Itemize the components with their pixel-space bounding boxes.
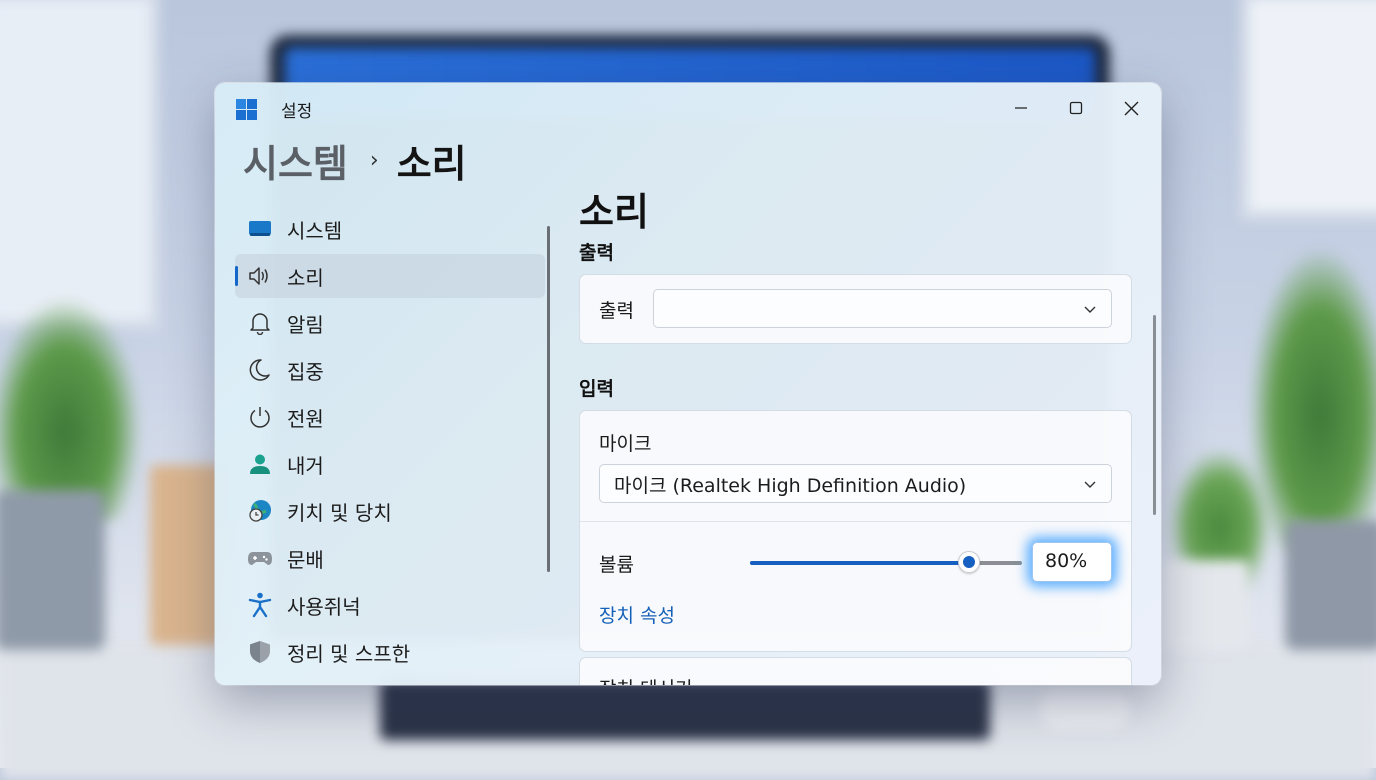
sidebar-item-label: 내거	[287, 453, 324, 478]
speaker-icon	[247, 263, 273, 289]
next-card[interactable]: 장치 테서기	[579, 657, 1132, 685]
breadcrumb-parent[interactable]: 시스템	[243, 133, 348, 188]
person-icon	[247, 451, 273, 477]
sidebar-item-sound[interactable]: 소리	[235, 254, 545, 298]
bell-icon	[247, 310, 273, 336]
sidebar-nav: 시스템 소리 알림 집중 전원 내거 키치 및 당치 문배 사용쥐넉 정리 및 …	[235, 207, 545, 677]
minimize-button[interactable]	[1001, 91, 1041, 125]
chevron-down-icon	[1084, 481, 1096, 488]
output-row-label: 출력	[599, 300, 634, 322]
background-window-left	[0, 0, 160, 330]
background-mouse	[1040, 690, 1130, 728]
volume-row: 볼륨 80%	[580, 522, 1131, 602]
shield-icon	[247, 639, 273, 665]
sidebar-item-label: 시스템	[287, 218, 343, 243]
background-plant-left	[0, 300, 140, 520]
title-bar[interactable]: 설정	[215, 83, 1161, 133]
volume-slider-fill	[750, 561, 968, 565]
maximize-icon	[1069, 101, 1083, 115]
volume-slider-thumb[interactable]	[957, 551, 980, 573]
background-pot-right	[1285, 520, 1376, 650]
sidebar-item-notifications[interactable]: 알림	[235, 301, 545, 345]
sidebar-scrollbar[interactable]	[547, 226, 550, 572]
input-section-label: 입력	[579, 378, 614, 400]
background-pot-left	[0, 490, 105, 650]
volume-slider[interactable]	[750, 551, 1022, 573]
sidebar-item-focus[interactable]: 집중	[235, 348, 545, 392]
sidebar-item-power[interactable]: 전원	[235, 395, 545, 439]
sidebar-item-label: 사용쥐넉	[287, 594, 361, 619]
sidebar-item-label: 문배	[287, 547, 324, 572]
chevron-down-icon	[1084, 306, 1096, 313]
sidebar-item-accounts[interactable]: 내거	[235, 442, 545, 486]
next-card-label: 장치 테서기	[599, 674, 692, 685]
volume-label: 볼륨	[599, 554, 634, 576]
accessibility-icon	[247, 592, 273, 618]
output-card: 출력	[579, 274, 1132, 344]
windows-logo-icon	[236, 99, 257, 120]
background-keyboard	[380, 680, 990, 740]
sidebar-item-label: 전원	[287, 406, 324, 431]
sidebar-item-label: 정리 및 스프한	[287, 641, 411, 666]
sidebar-item-privacy-security[interactable]: 정리 및 스프한	[235, 630, 545, 674]
microphone-label: 마이크	[599, 433, 652, 455]
sidebar-item-time-language[interactable]: 키치 및 당치	[235, 489, 545, 533]
moon-icon	[247, 357, 273, 383]
sidebar-item-label: 집중	[287, 359, 324, 384]
background-pot-right-small	[1160, 560, 1250, 650]
background-window-right	[1240, 0, 1376, 220]
volume-value-text: 80%	[1045, 550, 1088, 572]
app-title: 설정	[281, 102, 313, 122]
sidebar-item-accessibility[interactable]: 사용쥐넉	[235, 583, 545, 627]
breadcrumb: 시스템 › 소리	[243, 133, 467, 188]
sidebar-item-system[interactable]: 시스템	[235, 207, 545, 251]
close-icon	[1124, 101, 1138, 115]
sidebar-item-label: 키치 및 당치	[287, 500, 392, 525]
microphone-device-value: 마이크 (Realtek High Definition Audio)	[614, 475, 967, 497]
sidebar-item-label: 알림	[287, 312, 324, 337]
display-icon	[247, 216, 273, 242]
microphone-device-dropdown[interactable]: 마이크 (Realtek High Definition Audio)	[599, 464, 1112, 503]
close-button[interactable]	[1111, 91, 1151, 125]
device-properties-link[interactable]: 장치 속성	[599, 601, 675, 628]
content-scrollbar[interactable]	[1153, 315, 1156, 515]
volume-value-box[interactable]: 80%	[1032, 542, 1112, 582]
output-device-dropdown[interactable]	[653, 289, 1112, 328]
minimize-icon	[1015, 107, 1027, 109]
output-section-label: 출력	[579, 242, 614, 264]
breadcrumb-separator: ›	[369, 147, 379, 173]
page-title: 소리	[579, 190, 649, 234]
maximize-button[interactable]	[1056, 91, 1096, 125]
input-card: 마이크 마이크 (Realtek High Definition Audio) …	[579, 410, 1132, 652]
settings-window: 설정 시스템 › 소리 시스템 소리 알림 집중 전원 내거 키치 및 당치 문…	[215, 83, 1161, 685]
breadcrumb-current: 소리	[396, 141, 467, 186]
globe-clock-icon	[247, 498, 273, 524]
gamepad-icon	[247, 545, 273, 571]
power-icon	[247, 404, 273, 430]
sidebar-item-label: 소리	[287, 265, 324, 290]
sidebar-item-gaming[interactable]: 문배	[235, 536, 545, 580]
